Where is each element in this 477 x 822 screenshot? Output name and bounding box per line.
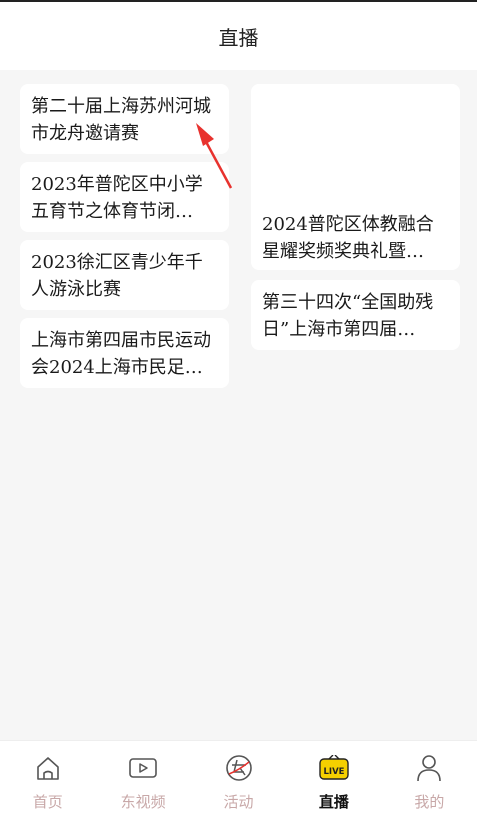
live-card-title: 2023年普陀区中小学五育节之体育节闭… [31,174,203,222]
profile-icon [414,753,444,783]
nav-item-live[interactable]: LIVE 直播 [286,741,381,822]
activity-icon [224,753,254,783]
live-card-xuhui-swim[interactable]: 2023徐汇区青少年千人游泳比赛 [20,240,229,310]
nav-item-video[interactable]: 东视频 [95,741,190,822]
live-card-title: 上海市第四届市民运动会2024上海市民足… [31,330,211,378]
live-card-title: 第二十届上海苏州河城市龙舟邀请赛 [31,96,211,144]
live-card-putuo-awards[interactable]: 2024普陀区体教融合星耀奖频奖典礼暨… [251,84,460,270]
nav-item-home[interactable]: 首页 [0,741,95,822]
live-card-dragon-boat[interactable]: 第二十届上海苏州河城市龙舟邀请赛 [20,84,229,154]
nav-item-activity[interactable]: 活动 [191,741,286,822]
video-icon [128,753,158,783]
nav-label-home: 首页 [32,793,63,811]
home-icon [33,753,63,783]
live-card-title: 第三十四次“全国助残日”上海市第四届… [262,292,434,340]
bottom-nav: 首页 东视频 活动 LIVE 直播 我的 [0,740,477,822]
nav-item-profile[interactable]: 我的 [382,741,477,822]
page-header: 直播 [0,2,477,70]
live-card-putuo-sports[interactable]: 2023年普陀区中小学五育节之体育节闭… [20,162,229,232]
live-card-title: 2023徐汇区青少年千人游泳比赛 [31,252,203,300]
nav-label-activity: 活动 [223,793,254,811]
live-card-citizen-games[interactable]: 上海市第四届市民运动会2024上海市民足… [20,318,229,388]
nav-label-video: 东视频 [120,793,166,811]
page-title: 直播 [218,25,259,50]
live-card-title: 2024普陀区体教融合星耀奖频奖典礼暨… [262,214,434,262]
live-card-disability-day[interactable]: 第三十四次“全国助残日”上海市第四届… [251,280,460,350]
live-icon: LIVE [319,753,349,783]
svg-text:LIVE: LIVE [323,767,344,777]
nav-label-live: 直播 [318,793,349,811]
live-card-cover [251,84,460,204]
nav-label-profile: 我的 [414,793,445,811]
